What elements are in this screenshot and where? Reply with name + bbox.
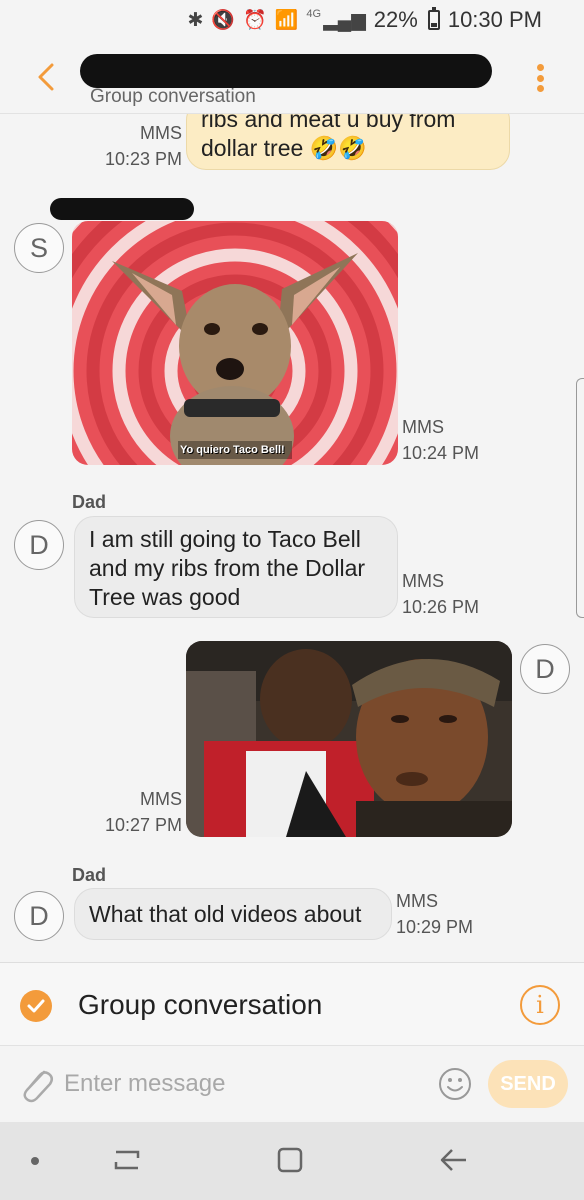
message-time: 10:23 PM: [104, 149, 182, 169]
redacted-sender-name: [50, 198, 194, 220]
header-subtitle: Group conversation: [90, 86, 256, 107]
message-input[interactable]: [64, 1066, 424, 1102]
compose-bar: SEND: [0, 1046, 584, 1122]
emoji-icon[interactable]: [438, 1067, 472, 1101]
message-meta: MMS 10:23 PM: [96, 120, 182, 172]
message-time: 10:26 PM: [402, 597, 480, 617]
avatar[interactable]: D: [14, 520, 64, 570]
message-meta: MMS 10:24 PM: [402, 414, 479, 466]
clock: 10:30 PM: [447, 7, 542, 32]
back-arrow-icon[interactable]: [34, 62, 58, 92]
reaction-gif[interactable]: [186, 641, 512, 837]
message-list[interactable]: MMS 10:23 PM ribs and meat u buy from do…: [0, 114, 584, 962]
more-options-icon[interactable]: [536, 64, 544, 92]
navigation-bar: [0, 1122, 584, 1200]
taco-bell-chihuahua-gif[interactable]: Yo quiero Taco Bell!: [72, 221, 398, 465]
message-bubble-incoming[interactable]: What that old videos about: [74, 888, 392, 940]
reaction-image: [186, 641, 512, 837]
avatar[interactable]: D: [520, 644, 570, 694]
alarm-icon: ⏰: [243, 10, 267, 31]
battery-percent: 22%: [373, 7, 418, 32]
redacted-recipient-names: [80, 54, 492, 88]
message-meta: MMS 10:27 PM: [96, 786, 182, 838]
sender-name: Dad: [72, 492, 107, 512]
message-text: I am still going to Taco Bell: [89, 526, 361, 552]
message-time: 10:27 PM: [104, 815, 182, 835]
group-conversation-label: Group conversation: [78, 989, 323, 1020]
paperclip-icon[interactable]: [18, 1064, 54, 1104]
message-type: MMS: [396, 891, 438, 911]
avatar[interactable]: D: [14, 891, 64, 941]
status-bar: ✱ 🔇 ⏰ 📶 4G ▂▄▆ 22% 10:30 PM: [0, 0, 584, 40]
back-nav-icon[interactable]: [438, 1144, 470, 1176]
signal-icon: ▂▄▆: [323, 9, 366, 31]
message-text: ribs and meat u buy from: [201, 114, 456, 132]
home-icon[interactable]: [275, 1144, 305, 1176]
message-type: MMS: [402, 571, 444, 591]
message-type: MMS: [402, 417, 444, 437]
message-text: dollar tree 🤣🤣: [201, 135, 367, 161]
gif-caption: Yo quiero Taco Bell!: [180, 444, 285, 456]
conversation-header: Group conversation: [0, 40, 584, 114]
avatar[interactable]: S: [14, 223, 64, 273]
message-bubble-incoming[interactable]: I am still going to Taco Bell and my rib…: [74, 516, 398, 618]
bluetooth-icon: ✱: [187, 9, 204, 31]
recent-apps-icon[interactable]: [112, 1144, 142, 1176]
network-type: 4G: [306, 8, 322, 20]
message-meta: MMS 10:26 PM: [402, 568, 479, 620]
message-time: 10:29 PM: [396, 917, 474, 937]
scrollbar-thumb[interactable]: [576, 378, 584, 618]
group-conversation-bar[interactable]: Group conversation i: [0, 962, 584, 1046]
message-meta: MMS 10:29 PM: [396, 888, 473, 940]
battery-icon: [427, 7, 440, 30]
chihuahua-image: [72, 221, 398, 465]
info-icon[interactable]: i: [520, 985, 560, 1025]
message-type: MMS: [140, 789, 182, 809]
message-text: Tree was good: [89, 584, 241, 610]
message-text: and my ribs from the Dollar: [89, 555, 366, 581]
sender-name: Dad: [72, 865, 107, 885]
laughing-emoji: 🤣🤣: [309, 135, 367, 161]
mute-icon: 🔇: [211, 10, 236, 31]
send-button[interactable]: SEND: [488, 1060, 568, 1108]
message-text: What that old videos about: [89, 901, 362, 927]
message-time: 10:24 PM: [402, 443, 480, 463]
message-bubble-outgoing[interactable]: ribs and meat u buy from dollar tree 🤣🤣: [186, 114, 510, 170]
checkmark-icon[interactable]: [20, 990, 52, 1022]
wifi-icon: 📶: [274, 10, 299, 31]
dot-indicator-icon: [31, 1157, 39, 1165]
message-type: MMS: [140, 123, 182, 143]
